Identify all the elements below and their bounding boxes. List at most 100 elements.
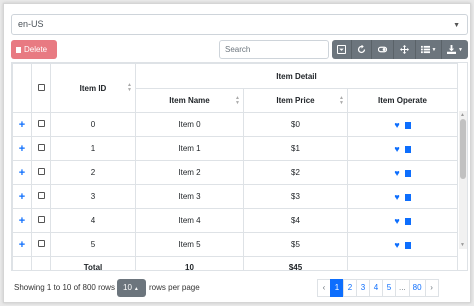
like-icon[interactable]: ♥ xyxy=(394,120,399,130)
like-icon[interactable]: ♥ xyxy=(394,168,399,178)
cell-item-name: Item 0 xyxy=(135,112,244,137)
row-checkbox[interactable] xyxy=(37,168,45,175)
page-link[interactable]: 3 xyxy=(356,279,370,297)
plus-icon: + xyxy=(18,190,26,203)
select-all-checkbox[interactable] xyxy=(37,83,45,91)
fullscreen-button[interactable] xyxy=(394,40,416,59)
page-link[interactable]: 2 xyxy=(343,279,357,297)
page-link[interactable]: 1 xyxy=(330,279,344,297)
cell-item-id: 2 xyxy=(50,160,136,185)
sort-icon: ▲ ▼ xyxy=(235,94,240,106)
expand-row-button[interactable]: + xyxy=(12,184,32,209)
column-header-item-price[interactable]: Item Price ▲ ▼ xyxy=(243,88,348,113)
expand-row-button[interactable]: + xyxy=(12,208,32,233)
toggle-all-button[interactable] xyxy=(372,40,394,59)
refresh-button[interactable] xyxy=(352,40,372,59)
search-input[interactable] xyxy=(219,40,329,59)
cell-item-id: 4 xyxy=(50,208,136,233)
cell-item-id: 0 xyxy=(50,112,136,137)
trash-icon[interactable] xyxy=(404,193,411,201)
scroll-down-icon[interactable]: ▼ xyxy=(460,242,465,248)
expand-row-button[interactable]: + xyxy=(12,160,32,185)
cell-item-id: 1 xyxy=(50,136,136,161)
table-scrollbar[interactable]: ▲ ▼ xyxy=(459,111,467,249)
like-icon[interactable]: ♥ xyxy=(394,192,399,202)
trash-icon xyxy=(16,47,21,53)
row-checkbox[interactable] xyxy=(37,216,45,223)
cell-item-id: 5 xyxy=(50,232,136,257)
cell-item-operate: ♥ xyxy=(347,160,458,185)
column-header-item-name[interactable]: Item Name ▲ ▼ xyxy=(135,88,244,113)
sort-icon: ▲ ▼ xyxy=(127,82,132,93)
plus-icon: + xyxy=(18,118,26,131)
row-checkbox[interactable] xyxy=(37,192,45,199)
page-next-button[interactable]: › xyxy=(424,279,439,297)
row-select-cell xyxy=(31,184,51,209)
cell-item-price: $2 xyxy=(243,160,348,185)
scroll-up-icon[interactable]: ▲ xyxy=(460,112,465,118)
column-header-item-id[interactable]: Item ID ▲ ▼ xyxy=(50,63,136,113)
export-button[interactable]: ▼ xyxy=(442,40,468,59)
delete-button[interactable]: Delete xyxy=(11,40,57,59)
toggle-view-button[interactable] xyxy=(332,40,352,59)
table-row: +4 Item 4 $4 ♥ xyxy=(12,208,458,233)
select-all-header xyxy=(31,63,51,113)
scrollbar-thumb[interactable] xyxy=(460,119,466,179)
expand-row-button[interactable]: + xyxy=(12,232,32,257)
row-select-cell xyxy=(31,160,51,185)
toggle-icon xyxy=(337,45,346,54)
page-link[interactable]: 5 xyxy=(382,279,396,297)
cell-item-price: $3 xyxy=(243,184,348,209)
footer-count: 10 xyxy=(135,256,244,270)
trash-icon[interactable] xyxy=(404,145,411,153)
columns-icon xyxy=(420,45,430,54)
expand-row-button[interactable]: + xyxy=(12,112,32,137)
footer-total-label: Total xyxy=(50,256,136,270)
cell-item-price: $0 xyxy=(243,112,348,137)
column-header-item-operate: Item Operate xyxy=(347,88,458,113)
cell-item-operate: ♥ xyxy=(347,112,458,137)
row-checkbox[interactable] xyxy=(37,144,45,151)
page-size-dropdown[interactable]: 10 ▲ xyxy=(117,279,146,297)
cell-item-name: Item 3 xyxy=(135,184,244,209)
cell-item-name: Item 2 xyxy=(135,160,244,185)
column-group-label: Item Detail xyxy=(276,71,317,81)
footer-cell xyxy=(12,256,32,270)
toggle-all-icon xyxy=(378,46,387,53)
chevron-up-icon: ▲ xyxy=(133,286,139,292)
like-icon[interactable]: ♥ xyxy=(394,216,399,226)
trash-icon[interactable] xyxy=(404,241,411,249)
cell-item-operate: ♥ xyxy=(347,208,458,233)
table-row: +3 Item 3 $3 ♥ xyxy=(12,184,458,209)
trash-icon[interactable] xyxy=(404,121,411,129)
like-icon[interactable]: ♥ xyxy=(394,240,399,250)
data-table: Item ID ▲ ▼ Item Detail Item Name ▲ ▼ Item P… xyxy=(12,63,458,270)
plus-icon: + xyxy=(18,142,26,155)
locale-select[interactable]: en-US ▼ xyxy=(11,14,468,35)
column-header-label: Item Name xyxy=(169,96,210,105)
trash-icon[interactable] xyxy=(404,217,411,225)
trash-icon[interactable] xyxy=(404,169,411,177)
page-prev-button[interactable]: ‹ xyxy=(317,279,331,297)
cell-item-operate: ♥ xyxy=(347,232,458,257)
row-checkbox[interactable] xyxy=(37,240,45,247)
page-link[interactable]: 80 xyxy=(408,279,426,297)
row-checkbox[interactable] xyxy=(37,120,45,127)
cell-item-name: Item 1 xyxy=(135,136,244,161)
columns-button[interactable]: ▼ xyxy=(416,40,442,59)
detail-column-header xyxy=(12,63,32,113)
bootstrap-table-frame: en-US ▼ Delete ▼ ▼ xyxy=(3,3,471,303)
chevron-down-icon: ▼ xyxy=(453,22,460,29)
row-select-cell xyxy=(31,136,51,161)
data-table-container: Item ID ▲ ▼ Item Detail Item Name ▲ ▼ Item P… xyxy=(11,62,468,271)
locale-select-value: en-US xyxy=(18,19,44,29)
delete-button-label: Delete xyxy=(24,45,48,54)
fullscreen-icon xyxy=(400,45,409,54)
cell-item-price: $1 xyxy=(243,136,348,161)
row-select-cell xyxy=(31,232,51,257)
cell-item-name: Item 4 xyxy=(135,208,244,233)
expand-row-button[interactable]: + xyxy=(12,136,32,161)
refresh-icon xyxy=(357,45,366,54)
page-link[interactable]: 4 xyxy=(369,279,383,297)
like-icon[interactable]: ♥ xyxy=(394,144,399,154)
